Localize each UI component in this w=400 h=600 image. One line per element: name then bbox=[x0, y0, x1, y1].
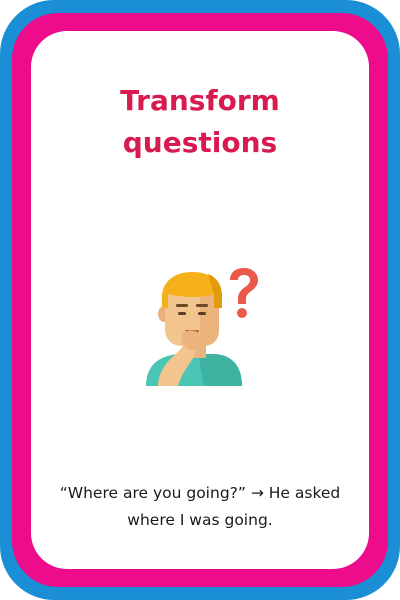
question-mark-shape bbox=[230, 268, 258, 318]
card-title: Transform questions bbox=[0, 80, 400, 164]
right-eyebrow bbox=[196, 304, 208, 307]
card-title-line-1: Transform bbox=[120, 84, 280, 117]
left-eyebrow bbox=[176, 304, 188, 307]
thinking-person-question-icon bbox=[146, 268, 258, 386]
right-eye bbox=[198, 312, 206, 315]
card-caption: “Where are you going?” → He asked where … bbox=[59, 484, 341, 529]
shirt-shade bbox=[198, 354, 242, 386]
left-eye bbox=[178, 312, 186, 315]
card-title-line-2: questions bbox=[122, 126, 278, 159]
